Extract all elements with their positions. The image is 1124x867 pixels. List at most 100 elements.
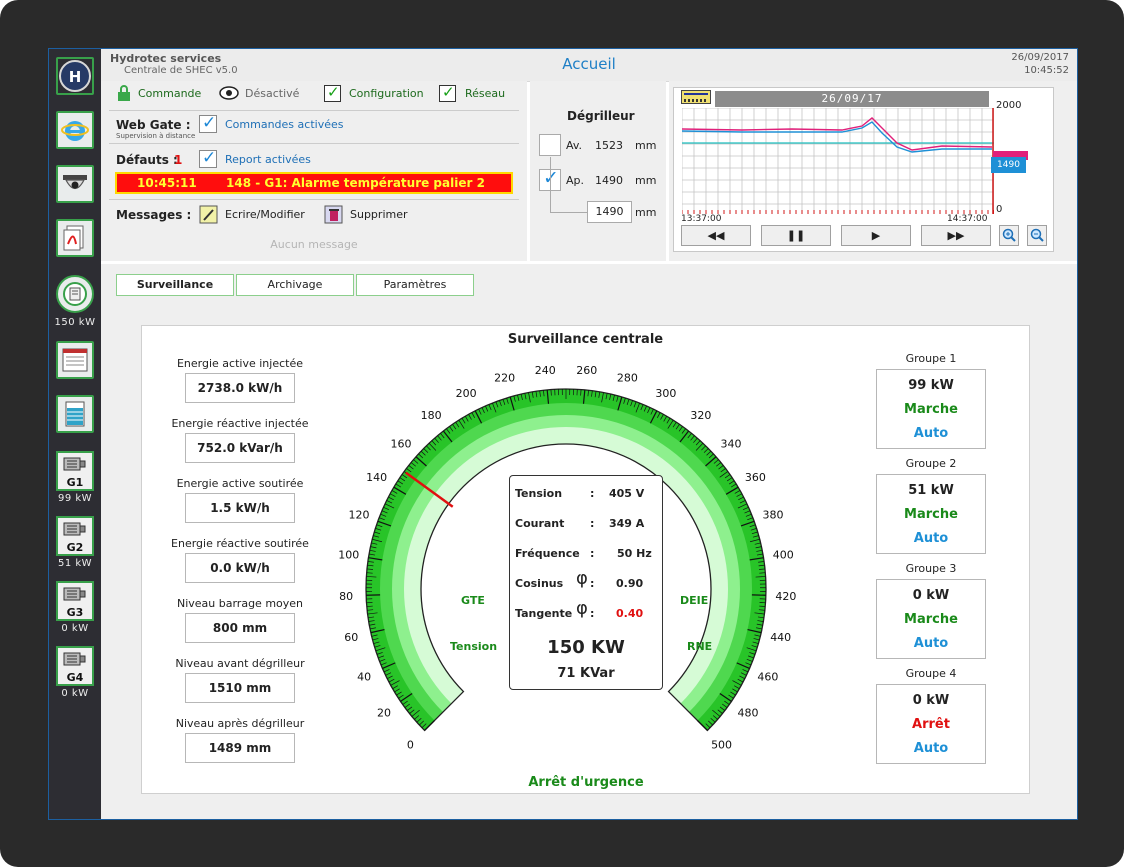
zoom-out-button[interactable] [1027, 225, 1047, 246]
gauge-tick-label: 240 [535, 364, 556, 377]
defauts-count: 1 [174, 153, 183, 167]
connector-line [550, 212, 587, 213]
header-time: 10:45:52 [1024, 65, 1069, 76]
generator-button-1[interactable]: G1 [56, 451, 94, 491]
group-power: 99 kW [908, 378, 954, 393]
trend-marker: 1490 [991, 151, 1028, 175]
tension-value: 405 V [609, 487, 645, 500]
browser-button[interactable] [56, 111, 94, 149]
trash-icon [324, 205, 343, 224]
group-status-box[interactable]: 99 kW Marche Auto [876, 369, 986, 449]
camera-button[interactable] [56, 165, 94, 203]
energy-label: Energie réactive injectée [171, 417, 309, 430]
frequence-value: 50 Hz [617, 547, 652, 560]
tab-surveillance[interactable]: Surveillance [116, 274, 234, 296]
energy-label: Energie active injectée [176, 357, 303, 370]
defauts-label: Défauts : [116, 153, 178, 167]
energy-value: 752.0 kVar/h [185, 433, 295, 463]
group-status-box[interactable]: 0 kW Arrêt Auto [876, 684, 986, 764]
forward-button[interactable]: ▶▶ [921, 225, 991, 246]
hmi-screen: H 150 kW G1 99 kW G2 51 kW G3 0 kW G4 0 … [48, 48, 1078, 820]
pdf-icon [63, 225, 84, 251]
webgate-sub: Supervision à distance [116, 132, 196, 140]
group-mode: Auto [913, 636, 949, 651]
lock-icon [118, 85, 130, 101]
play-button[interactable]: ▶ [841, 225, 911, 246]
desactive-label: Désactivé [245, 87, 300, 100]
report-value: Report activées [225, 153, 311, 166]
tension-indicator: Tension [450, 640, 498, 653]
gauge-tick-label: 500 [711, 739, 732, 752]
generator-icon [63, 587, 86, 601]
generator-power-caption: 51 kW [57, 558, 93, 569]
water-level-button[interactable] [56, 395, 94, 433]
gauge-tick-label: 380 [762, 508, 783, 521]
generator-button-4[interactable]: G4 [56, 646, 94, 686]
group-mode: Auto [913, 531, 949, 546]
delete-label: Supprimer [350, 208, 408, 221]
gauge-tick-label: 460 [757, 670, 778, 683]
trend-legend-icon[interactable] [681, 90, 711, 104]
pdf-documents-button[interactable] [56, 219, 94, 257]
tangente-value: 0.40 [616, 607, 644, 620]
degrilleur-title: Dégrilleur [567, 109, 635, 123]
webgate-label: Web Gate : [116, 118, 191, 132]
divider [109, 199, 519, 200]
zoom-out-icon [1030, 228, 1044, 242]
power-meter-button[interactable] [56, 275, 94, 313]
energy-label: Niveau avant dégrilleur [175, 657, 305, 670]
tangente-label: Tangente [515, 607, 573, 620]
energy-value: 1.5 kW/h [185, 493, 295, 523]
group-name: Groupe 1 [905, 352, 957, 365]
gauge-tick-label: 180 [421, 409, 442, 422]
alarm-text: 148 - G1: Alarme température palier 2 [226, 176, 485, 190]
generator-button-3[interactable]: G3 [56, 581, 94, 621]
webgate-checkbox[interactable]: ✓ [199, 113, 217, 133]
emergency-stop[interactable]: Arrêt d'urgence [501, 775, 671, 790]
tension-label: Tension [515, 487, 563, 500]
gauge-tick-label: 420 [775, 590, 796, 603]
tab-archivage[interactable]: Archivage [236, 274, 354, 296]
trend-ymin: 0 [996, 204, 1003, 215]
configuration-label: Configuration [349, 87, 424, 100]
ap-label: Ap. [566, 174, 585, 187]
connector-line [550, 157, 551, 213]
reseau-checkbox[interactable]: ✓ [439, 83, 456, 102]
tab-parametres[interactable]: Paramètres [356, 274, 474, 296]
av-unit: mm [635, 139, 657, 152]
group-status-box[interactable]: 0 kW Marche Auto [876, 579, 986, 659]
report-checkbox[interactable]: ✓ [199, 148, 217, 168]
svg-text:H: H [69, 68, 82, 86]
group-state: Arrêt [912, 717, 950, 732]
group-name: Groupe 4 [905, 667, 957, 680]
gauge-tick-label: 280 [617, 372, 638, 385]
hydrotec-logo-button[interactable]: H [56, 57, 94, 95]
readings-box: Tension : 405 V Courant : 349 A Fréquenc… [509, 475, 663, 690]
rewind-button[interactable]: ◀◀ [681, 225, 751, 246]
energy-value: 800 mm [185, 613, 295, 643]
group-status-box[interactable]: 51 kW Marche Auto [876, 474, 986, 554]
group-state: Marche [904, 507, 958, 522]
report-button[interactable] [56, 341, 94, 379]
generator-power-caption: 0 kW [61, 623, 89, 634]
trend-chart [682, 108, 994, 214]
configuration-checkbox[interactable]: ✓ [324, 83, 341, 102]
av-checkbox[interactable] [539, 134, 561, 156]
trend-ymax: 2000 [996, 100, 1022, 111]
hydrotec-logo-icon: H [59, 60, 91, 92]
zoom-in-button[interactable] [999, 225, 1019, 246]
group-name: Groupe 2 [905, 457, 957, 470]
report-table-icon [62, 348, 88, 372]
av-value: 1523 [595, 139, 623, 152]
sidebar: H 150 kW G1 99 kW G2 51 kW G3 0 kW G4 0 … [49, 49, 101, 819]
alarm-banner[interactable]: 10:45:11 148 - G1: Alarme température pa… [115, 172, 513, 194]
gauge-tick-label: 20 [377, 707, 391, 720]
group-mode: Auto [913, 426, 949, 441]
courant-value: 349 A [609, 517, 645, 530]
header-bar: Hydrotec services Centrale de SHEC v5.0 … [101, 49, 1077, 82]
generator-button-2[interactable]: G2 [56, 516, 94, 556]
frequence-label: Fréquence [515, 547, 580, 560]
gauge-tick-label: 40 [357, 670, 371, 683]
pause-button[interactable]: ❚❚ [761, 225, 831, 246]
setpoint-input[interactable]: 1490 [587, 201, 632, 223]
